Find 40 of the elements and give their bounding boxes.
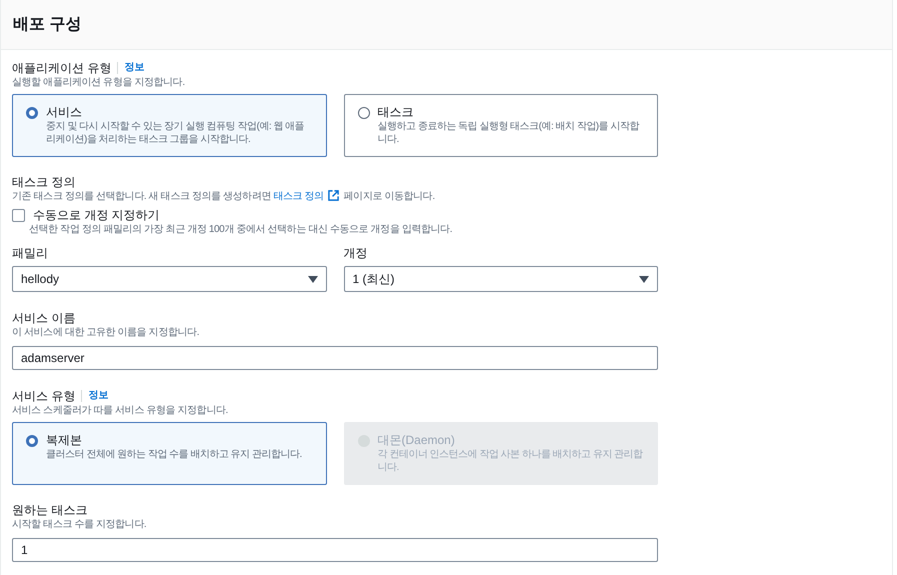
desired-tasks-field[interactable]: 1 (12, 538, 658, 562)
radio-button[interactable] (358, 107, 370, 119)
option-title: 대몬(Daemon) (378, 432, 456, 448)
option-description: 각 컨테이너 인스턴스에 작업 사본 하나를 배치하고 유지 관리합니다. (378, 448, 643, 474)
checkbox[interactable] (12, 208, 25, 222)
field-description: 이 서비스에 대한 고유한 이름을 지정합니다. (12, 326, 200, 340)
radio-button[interactable] (26, 107, 38, 119)
option-description: 클러스터 전체에 원하는 작업 수를 배치하고 유지 관리합니다. (46, 448, 302, 461)
field-label: 서비스 유형 (12, 388, 76, 404)
task-definition-link[interactable]: 태스크 정의 (273, 191, 342, 202)
caret-down-icon (308, 276, 318, 282)
field-label: 개정 (344, 245, 368, 261)
option-description: 실행하고 종료하는 독립 실행형 태스크(예: 배치 작업)를 시작합니다. (378, 120, 640, 146)
field-label: 패밀리 (12, 245, 48, 261)
option-card[interactable]: 태스크 실행하고 종료하는 독립 실행형 태스크(예: 배치 작업)를 시작합니다. (344, 94, 658, 157)
field-description: 실행할 애플리케이션 유형을 지정합니다. (12, 76, 186, 90)
option-title: 복제본 (46, 432, 83, 448)
field-description: 선택한 작업 정의 패밀리의 가장 최근 개정 100개 중에서 선택하는 대신 수동으로 개정을 입력합니다. (28, 223, 454, 237)
option-title: 서비스 (46, 104, 83, 120)
field-label: 원하는 태스크 (12, 502, 88, 518)
panel-title: 배포 구성 (13, 15, 82, 35)
external-link-icon (328, 190, 340, 201)
checkbox-label: 수동으로 개정 지정하기 (33, 207, 160, 223)
field-label: 서비스 이름 (12, 310, 76, 326)
service-name-field[interactable]: adamserver (12, 346, 658, 370)
field-description: 서비스 스케줄러가 따를 서비스 유형을 지정합니다. (12, 404, 229, 418)
caret-down-icon (639, 276, 649, 282)
info-link[interactable]: 정보 (117, 62, 144, 74)
option-card[interactable]: 복제본 클러스터 전체에 원하는 작업 수를 배치하고 유지 관리합니다. (12, 422, 326, 485)
field-label: 애플리케이션 유형 (12, 60, 112, 76)
revision-select[interactable]: 1 (최신) (344, 266, 658, 292)
option-title: 태스크 (378, 104, 414, 120)
option-card[interactable]: 서비스 중지 및 다시 시작할 수 있는 장기 실행 컴퓨팅 작업(예: 웹 애플리케이션)을 처리하는 태스크 그룹을 시작합니다. (12, 94, 326, 157)
radio-button[interactable] (26, 435, 38, 447)
option-description: 중지 및 다시 시작할 수 있는 장기 실행 컴퓨팅 작업(예: 웹 애플리케이션)을 처리하는 태스크 그룹을 시작합니다. (46, 120, 306, 146)
field-description: 시작할 태스크 수를 지정합니다. (12, 518, 148, 532)
field-label: 태스크 정의 (12, 174, 76, 190)
field-description: 기존 태스크 정의를 선택합니다. 새 태스크 정의를 생성하려면 태스크 정의 페이지로 이동합니다. (12, 190, 436, 204)
family-select[interactable]: hellody (12, 266, 326, 292)
info-link[interactable]: 정보 (81, 390, 108, 402)
